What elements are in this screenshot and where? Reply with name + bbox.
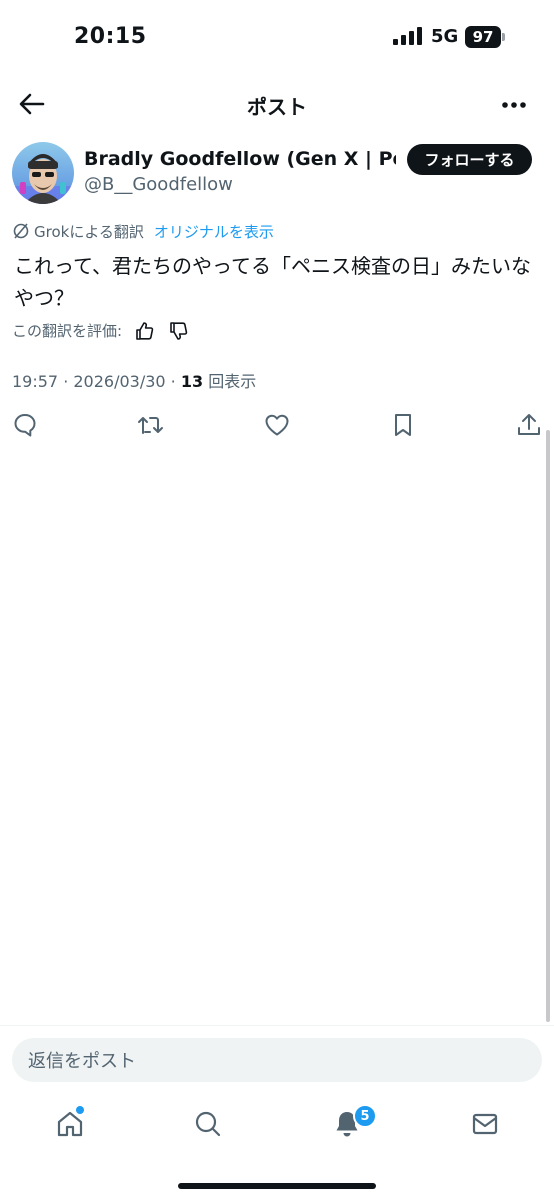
translation-label: Grokによる翻訳 xyxy=(34,222,144,241)
thumbs-up-icon[interactable] xyxy=(134,321,154,341)
rate-label: この翻訳を評価: xyxy=(12,322,123,340)
tab-search[interactable] xyxy=(190,1106,226,1142)
bookmark-button[interactable] xyxy=(388,410,418,440)
thumbs-down-icon[interactable] xyxy=(168,321,188,341)
search-icon xyxy=(195,1111,221,1137)
share-button[interactable] xyxy=(514,410,544,440)
grok-icon xyxy=(13,223,29,239)
battery-cap xyxy=(502,33,505,41)
reply-input[interactable]: 返信をポスト xyxy=(12,1038,542,1082)
reply-placeholder: 返信をポスト xyxy=(28,1051,136,1072)
avatar[interactable] xyxy=(12,142,74,204)
post-meta: 19:57 · 2026/03/30 · 13 回表示 xyxy=(12,368,256,392)
network-label: 5G xyxy=(431,26,459,47)
messages-icon xyxy=(472,1113,498,1135)
scrollbar[interactable] xyxy=(546,430,550,1022)
more-horizontal-icon xyxy=(502,102,526,108)
share-icon xyxy=(518,414,540,435)
post-text: これって、君たちのやってる「ペニス検査の日」みたいなやつ？ xyxy=(14,254,531,310)
author-handle[interactable]: @B__Goodfellow xyxy=(84,174,233,195)
views-label: 回表示 xyxy=(203,372,257,391)
post-timestamp: 19:57 · 2026/03/30 · xyxy=(12,372,181,391)
page-title: ポスト xyxy=(247,95,307,119)
views-count: 13 xyxy=(180,372,204,391)
like-button[interactable] xyxy=(262,410,292,440)
translation-info: Grokによる翻訳 オリジナルを表示 xyxy=(12,220,274,242)
status-time: 20:15 xyxy=(74,24,147,49)
battery-indicator: 97 xyxy=(465,26,501,48)
reply-button[interactable] xyxy=(10,410,40,440)
rate-translation: この翻訳を評価: xyxy=(12,320,188,341)
follow-button[interactable]: フォローする xyxy=(407,144,532,175)
divider xyxy=(0,1025,554,1026)
author-name[interactable]: Bradly Goodfellow (Gen X | Po... xyxy=(84,148,396,170)
home-indicator[interactable] xyxy=(178,1183,376,1189)
show-original-link[interactable]: オリジナルを表示 xyxy=(154,221,274,242)
notification-badge: 5 xyxy=(353,1104,377,1128)
tab-messages[interactable] xyxy=(467,1106,503,1142)
signal-icon xyxy=(393,27,422,45)
home-unread-dot xyxy=(74,1104,86,1116)
avatar-image xyxy=(12,142,74,204)
more-options-button[interactable] xyxy=(496,90,532,120)
repost-icon xyxy=(138,417,163,434)
like-icon xyxy=(265,414,289,436)
repost-button[interactable] xyxy=(135,410,165,440)
reply-icon xyxy=(14,414,36,437)
bookmark-icon xyxy=(395,414,411,436)
